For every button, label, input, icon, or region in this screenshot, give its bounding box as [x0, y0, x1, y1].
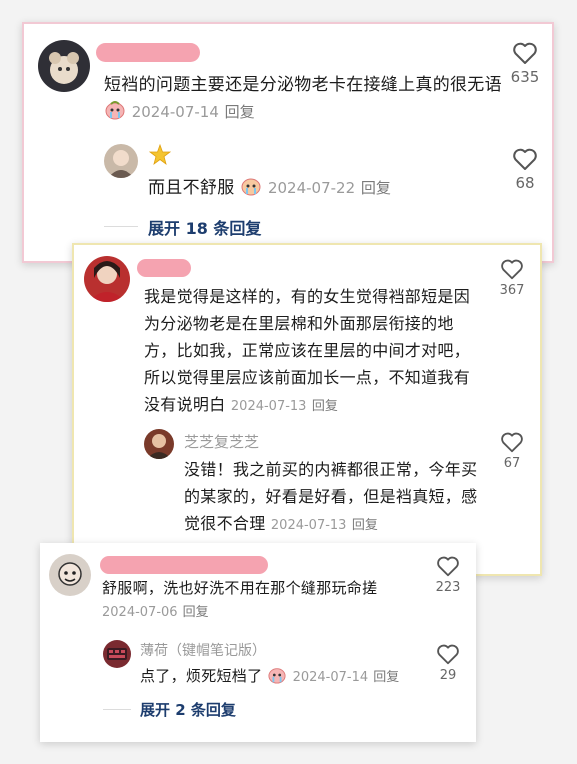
like-count: 223 — [435, 580, 461, 595]
redacted-username[interactable] — [100, 556, 268, 574]
like-count: 68 — [515, 174, 535, 192]
comment-date: 2024-07-06 — [102, 605, 178, 620]
expand-divider — [104, 226, 138, 227]
redacted-username[interactable] — [137, 259, 191, 277]
heart-outline-icon — [501, 432, 523, 453]
expand-replies-button[interactable]: 展开 2 条回复 — [140, 699, 236, 720]
expand-replies-button[interactable]: 展开 18 条回复 — [148, 215, 261, 239]
reply-username[interactable]: 芝芝复芝芝 — [184, 431, 259, 452]
like-button[interactable]: 367 — [488, 259, 536, 298]
reply-text: 没错！我之前买的内裤都很正常，今年买的某家的，好看是好看，但是裆真短，感觉很不合… — [184, 460, 478, 533]
comment-card-3: 舒服啊，洗也好洗不用在那个缝那玩命搓 2024-07-06 回复 223 薄荷（… — [40, 543, 476, 742]
expand-divider — [103, 709, 131, 710]
crying-face-emoji-icon — [267, 666, 287, 691]
reply-date: 2024-07-22 — [267, 179, 356, 197]
reply-button[interactable]: 回复 — [361, 179, 391, 197]
reply-button[interactable]: 回复 — [373, 670, 399, 685]
reply-text: 点了，烦死短档了 2024-07-14 回复 — [140, 665, 430, 691]
heart-outline-icon — [437, 556, 459, 577]
heart-outline-icon — [513, 148, 537, 170]
avatar[interactable] — [104, 144, 138, 178]
avatar[interactable] — [103, 640, 131, 668]
comment-text: 舒服啊，洗也好洗不用在那个缝那玩命搓 2024-07-06 回复 — [102, 579, 378, 620]
like-count: 635 — [510, 68, 540, 86]
like-button[interactable]: 67 — [488, 432, 536, 471]
comment-card-1: 短裆的问题主要还是分泌物老卡在接缝上真的很无语 2024-07-14 回复 63… — [22, 22, 554, 263]
like-count: 367 — [499, 283, 525, 298]
crying-face-emoji-icon — [240, 176, 262, 205]
like-count: 29 — [439, 668, 457, 683]
heart-outline-icon — [437, 644, 459, 665]
like-button[interactable]: 223 — [424, 556, 472, 595]
comment-card-2: 我是觉得是这样的，有的女生觉得裆部短是因为分泌物老是在里层棉和外面那层衔接的地方… — [72, 243, 542, 576]
reply-button[interactable]: 回复 — [183, 605, 209, 620]
heart-outline-icon — [513, 42, 537, 64]
like-count: 67 — [503, 456, 521, 471]
avatar[interactable] — [49, 554, 91, 596]
star-emoji-icon — [148, 143, 172, 170]
avatar[interactable] — [38, 40, 90, 92]
reply-button[interactable]: 回复 — [225, 103, 255, 121]
avatar[interactable] — [84, 256, 130, 302]
comment-date: 2024-07-13 — [230, 399, 307, 414]
reply-username[interactable]: 薄荷（键帽笔记版） — [140, 640, 266, 660]
like-button[interactable]: 68 — [501, 148, 549, 192]
reply-date: 2024-07-14 — [292, 670, 369, 685]
avatar[interactable] — [144, 429, 174, 459]
comment-text: 短裆的问题主要还是分泌物老卡在接缝上真的很无语 2024-07-14 回复 — [104, 72, 504, 129]
redacted-username[interactable] — [96, 43, 200, 62]
reply-date: 2024-07-13 — [270, 518, 347, 533]
comment-text: 我是觉得是这样的，有的女生觉得裆部短是因为分泌物老是在里层棉和外面那层衔接的地方… — [144, 287, 471, 414]
reply-button[interactable]: 回复 — [312, 399, 338, 414]
reply-text: 而且不舒服 2024-07-22 回复 — [148, 175, 488, 205]
like-button[interactable]: 635 — [501, 42, 549, 86]
like-button[interactable]: 29 — [424, 644, 472, 683]
comment-date: 2024-07-14 — [131, 103, 219, 121]
heart-outline-icon — [501, 259, 523, 280]
crying-face-emoji-icon — [104, 100, 126, 129]
reply-button[interactable]: 回复 — [352, 518, 378, 533]
